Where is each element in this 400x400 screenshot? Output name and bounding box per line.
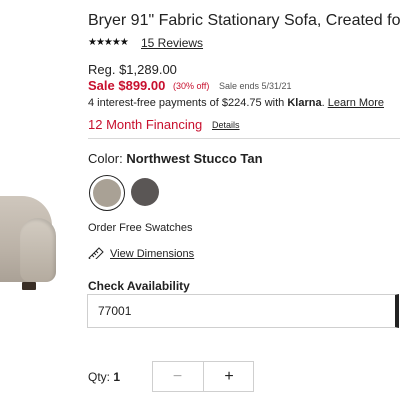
reviews-link[interactable]: 15 Reviews — [141, 36, 203, 50]
view-dimensions-link[interactable]: View Dimensions — [88, 247, 194, 260]
sale-price: Sale $899.00 — [88, 78, 166, 93]
zip-code-input[interactable] — [87, 294, 399, 328]
product-image[interactable] — [0, 190, 60, 310]
swatch-dot — [93, 179, 121, 207]
quantity-label: Qty: 1 — [88, 370, 120, 384]
product-title: Bryer 91" Fabric Stationary Sofa, Create… — [88, 12, 400, 29]
installments-text: 4 interest-free payments of $224.75 with… — [88, 97, 384, 109]
order-swatches-link[interactable]: Order Free Swatches — [88, 222, 193, 234]
selected-color-name: Northwest Stucco Tan — [126, 151, 263, 166]
learn-more-link[interactable]: Learn More — [328, 97, 384, 109]
swatch-charcoal[interactable] — [131, 178, 159, 206]
rating-stars: ★★★★★ — [88, 37, 129, 48]
view-dimensions-label: View Dimensions — [110, 248, 195, 260]
sofa-leg — [22, 282, 36, 290]
quantity-label-text: Qty: — [88, 370, 111, 384]
financing-details-link[interactable]: Details — [212, 120, 240, 130]
klarna-brand: Klarna — [287, 97, 322, 109]
installments-suffix: . — [321, 97, 325, 109]
color-label: Color: Northwest Stucco Tan — [88, 151, 263, 166]
installments-prefix: 4 interest-free payments of $224.75 with — [88, 97, 285, 109]
swatch-northwest-stucco-tan[interactable] — [89, 175, 125, 211]
sofa-arm — [20, 218, 56, 282]
sale-end-date: Sale ends 5/31/21 — [219, 81, 292, 91]
regular-price: Reg. $1,289.00 — [88, 62, 177, 77]
color-label-prefix: Color: — [88, 151, 123, 166]
section-divider — [88, 138, 400, 139]
discount-percent: (30% off) — [173, 81, 210, 91]
check-availability-label: Check Availability — [88, 279, 190, 293]
quantity-decrease-button[interactable]: − — [152, 361, 203, 392]
financing-text: 12 Month Financing — [88, 117, 203, 132]
quantity-increase-button[interactable]: + — [204, 361, 254, 392]
quantity-value: 1 — [113, 370, 121, 384]
ruler-icon — [88, 247, 104, 259]
